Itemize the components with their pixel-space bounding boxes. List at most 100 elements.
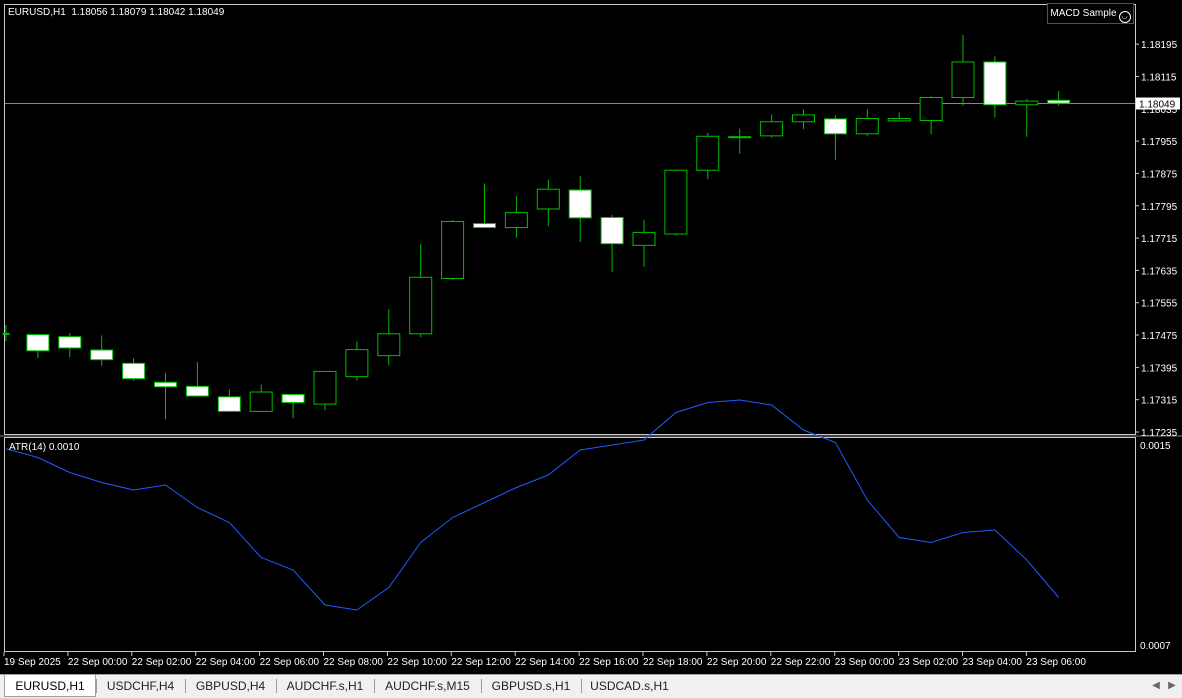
candle [154, 373, 177, 420]
bull-candle-body [728, 136, 752, 139]
candle [441, 219, 465, 280]
bull-candle-body [951, 61, 975, 98]
price-tick-label: 1.17875 [1141, 169, 1178, 180]
candles-group [2, 34, 1071, 420]
candle [2, 324, 10, 342]
candle [568, 175, 592, 243]
candle [823, 115, 847, 160]
bull-candle-body [409, 276, 433, 335]
atr-axis: 0.0015 0.0007 [1140, 441, 1171, 652]
time-tick-label: 22 Sep 10:00 [387, 657, 447, 668]
bear-candle-body [600, 216, 624, 245]
bear-candle-body [473, 223, 496, 229]
candle [983, 56, 1007, 118]
time-tick-label: 22 Sep 16:00 [579, 657, 639, 668]
candle [887, 112, 911, 122]
price-tick-label: 1.17715 [1141, 234, 1178, 245]
candle [281, 393, 305, 419]
chart-tab[interactable]: GBPUSD.s,H1 [481, 676, 581, 696]
candle [26, 333, 50, 359]
chart-tab[interactable]: EURUSD,H1 [4, 675, 96, 697]
atr-tick-label: 0.0007 [1140, 641, 1171, 652]
scroll-left-icon[interactable]: ◀ [1150, 679, 1162, 693]
candle [1015, 99, 1039, 137]
indicator-header: ATR(14) 0.0010 [9, 442, 80, 453]
bear-candle-body [983, 61, 1007, 106]
candle [951, 34, 975, 106]
time-tick-label: 22 Sep 22:00 [771, 657, 831, 668]
bear-candle-body [154, 381, 177, 388]
candle [185, 362, 209, 397]
atr-line [5, 399, 1060, 611]
time-tick-label: 23 Sep 04:00 [963, 657, 1023, 668]
price-tick-label: 1.17635 [1141, 266, 1178, 277]
candle [696, 133, 720, 180]
bull-candle-body [696, 135, 720, 171]
price-tick-label: 1.17235 [1141, 428, 1178, 439]
chart-header: EURUSD,H1 1.18056 1.18079 1.18042 1.1804… [8, 7, 225, 18]
candle [409, 243, 433, 338]
bear-candle-body [26, 334, 50, 352]
time-tick-label: 23 Sep 02:00 [899, 657, 959, 668]
candle [632, 219, 656, 267]
bull-candle-body [504, 212, 528, 229]
time-tick-label: 22 Sep 04:00 [196, 657, 256, 668]
atr-series-group [5, 399, 1060, 611]
candle [792, 109, 815, 129]
bear-candle-body [1047, 99, 1071, 104]
candle [600, 215, 624, 273]
time-tick-label: 22 Sep 00:00 [68, 657, 128, 668]
candle [855, 109, 879, 136]
candle [536, 179, 560, 227]
bull-candle-body [632, 231, 656, 246]
candle [249, 384, 273, 413]
candle [473, 183, 496, 229]
time-tick-label: 22 Sep 02:00 [132, 657, 192, 668]
current-price-label: 1.18049 [1139, 100, 1176, 111]
price-tick-label: 1.17795 [1141, 202, 1178, 213]
bear-candle-body [281, 393, 305, 404]
candle [122, 358, 146, 381]
bear-candle-body [58, 336, 82, 349]
bull-candle-body [313, 370, 337, 405]
expert-advisor-badge[interactable]: MACD Sample ◡ [1047, 3, 1134, 24]
bull-candle-body [792, 114, 815, 123]
candle [504, 195, 528, 238]
indicator-frame [4, 437, 1136, 652]
bear-candle-body [90, 349, 114, 361]
time-tick-label: 22 Sep 12:00 [451, 657, 511, 668]
scroll-right-icon[interactable]: ▶ [1166, 679, 1178, 693]
price-tick-label: 1.17395 [1141, 363, 1178, 374]
candle [90, 335, 114, 366]
candle [664, 169, 688, 236]
chart-tab[interactable]: GBPUSD,H4 [185, 676, 276, 696]
candle [919, 96, 943, 135]
bull-candle-body [249, 391, 273, 412]
bull-candle-body [377, 333, 401, 357]
chart-tab[interactable]: USDCHF,H4 [96, 676, 185, 696]
bear-candle-body [823, 118, 847, 135]
candle [313, 370, 337, 411]
chart-window[interactable]: 1.18195 1.18115 1.18035 1.17955 1.17875 1.177… [0, 0, 1182, 674]
price-tick-label: 1.17955 [1141, 137, 1178, 148]
bull-candle-body [919, 96, 943, 122]
chart-tab[interactable]: USDCAD.s,H1 [581, 676, 678, 696]
candle [217, 389, 241, 412]
chart-canvas[interactable]: 1.181951.181151.180351.179551.178751.177… [0, 0, 1182, 674]
candle [58, 333, 82, 358]
smiley-icon: ◡ [1118, 11, 1131, 23]
time-axis: 19 Sep 2025 22 Sep 00:00 22 Sep 02:00 22 Se… [3, 652, 1086, 668]
candle [377, 309, 401, 366]
bull-candle-body [345, 349, 369, 378]
bull-candle-body [2, 332, 10, 335]
chart-tab[interactable]: AUDCHF.s,H1 [276, 676, 374, 696]
bear-candle-body [568, 189, 592, 219]
bull-candle-body [664, 169, 688, 235]
expert-advisor-name: MACD Sample [1050, 8, 1117, 19]
time-tick-label: 22 Sep 14:00 [515, 657, 575, 668]
candle [728, 128, 752, 154]
time-tick-label: 22 Sep 08:00 [324, 657, 384, 668]
chart-tab[interactable]: AUDCHF.s,M15 [374, 676, 481, 696]
chart-tab-bar: EURUSD,H1 USDCHF,H4 GBPUSD,H4 AUDCHF.s,H1 AU… [0, 674, 1182, 698]
bear-candle-body [122, 362, 146, 380]
